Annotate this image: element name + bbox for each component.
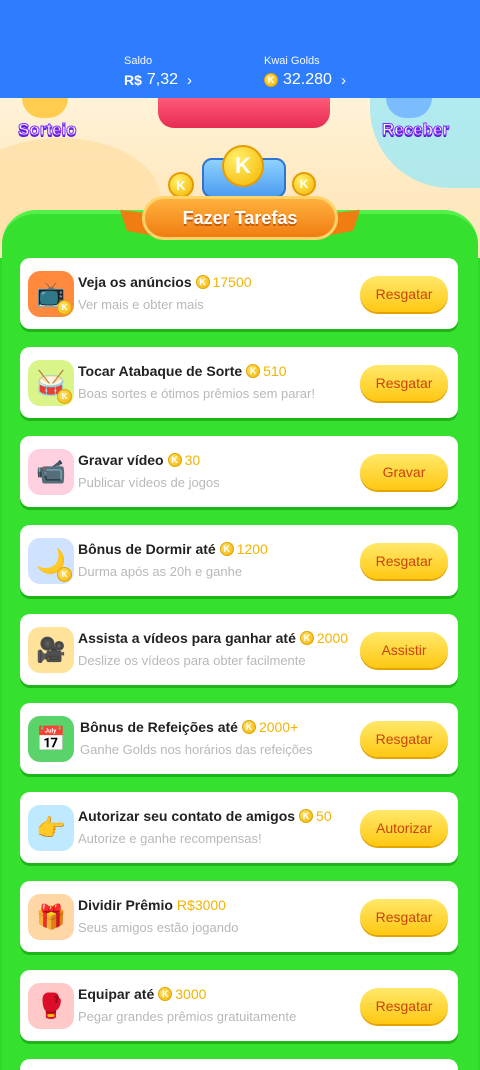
gift-icon: 🎁 [28, 894, 74, 940]
task-card[interactable]: 🥊 Equipar até K 3000 Pegar grandes prêmio… [20, 970, 458, 1041]
k-coin-small-icon: K [168, 172, 194, 198]
task-card[interactable]: 📺 K Veja os anúncios K 17500 Ver mais e ob… [20, 258, 458, 329]
assistir-button[interactable]: Assistir [360, 632, 448, 668]
camera-icon: 📹 [28, 449, 74, 495]
saldo-value: 7,32 [146, 71, 179, 88]
task-title: Autorizar seu contato de amigos [78, 808, 296, 824]
banner-button[interactable] [158, 98, 330, 128]
hand-icon: 👉 [28, 805, 74, 851]
task-reward: 50 [316, 808, 332, 824]
coin-badge-icon: K [57, 567, 72, 582]
task-reward: 2000 [316, 630, 349, 646]
resgatar-button[interactable]: Resgatar [360, 721, 448, 757]
drum-icon: 🥁 K [28, 360, 74, 406]
task-subtitle: Deslize os vídeos para obter facilmente [78, 653, 306, 668]
golds-value: 32.280 [283, 71, 332, 88]
resgatar-button[interactable]: Resgatar [360, 365, 448, 401]
top-bar: Saldo R$ 7,32 › Kwai Golds K 32.280 › [0, 0, 480, 98]
task-subtitle: Autorize e ganhe recompensas! [78, 831, 262, 846]
task-reward: 3000 [175, 986, 207, 1002]
task-subtitle: Durma após as 20h e ganhe [78, 564, 243, 579]
task-card[interactable]: 👉 Autorizar seu contato de amigos K 50 Au… [20, 792, 458, 863]
moon-icon: 🌙 K [28, 538, 74, 584]
task-card[interactable]: 🎁 Dividir Prêmio R$3000 Seus amigos estã… [20, 881, 458, 952]
gold-coin-icon: K [167, 453, 182, 467]
task-subtitle: Pegar grandes prêmios gratuitamente [78, 1009, 297, 1024]
resgatar-button[interactable]: Resgatar [360, 988, 448, 1024]
task-title: Tocar Atabaque de Sorte [78, 363, 243, 379]
resgatar-button[interactable]: Resgatar [360, 899, 448, 935]
fazer-tarefas-ribbon: Fazer Tarefas [142, 196, 338, 240]
gloves-icon: 🥊 [28, 983, 74, 1029]
task-subtitle: Ver mais e obter mais [78, 297, 204, 312]
saldo-stat[interactable]: Saldo R$ 7,32 › [124, 55, 192, 89]
task-subtitle: Seus amigos estão jogando [78, 920, 239, 935]
task-reward: R$3000 [176, 897, 226, 913]
chevron-right-icon: › [187, 71, 193, 89]
gravar-button[interactable]: Gravar [360, 454, 448, 490]
task-title: Veja os anúncios [78, 274, 192, 290]
k-coin-small-icon: K [292, 172, 316, 196]
resgatar-button[interactable]: Resgatar [360, 543, 448, 579]
task-title: Dividir Prêmio [78, 897, 173, 913]
gold-coin-icon: K [195, 275, 210, 289]
task-card[interactable]: 📹 Gravar vídeo K 30 Publicar vídeos de jo… [20, 436, 458, 507]
section-title: Fazer Tarefas [182, 207, 298, 228]
receber-label[interactable]: Receber [381, 120, 449, 140]
gold-coin-icon: K [158, 987, 173, 1001]
task-reward: 1200 [236, 541, 268, 557]
gold-coin-icon: K [219, 542, 234, 556]
gold-coin-icon: K [241, 720, 256, 734]
golds-label: Kwai Golds [264, 55, 320, 67]
gold-coin-icon: K [246, 364, 261, 378]
task-title: Assista a vídeos para ganhar até [78, 630, 296, 646]
gold-coin-icon: K [264, 73, 278, 87]
task-card[interactable]: 🥁 K Tocar Atabaque de Sorte K 510 Boas sor… [20, 347, 458, 418]
task-reward: 30 [184, 452, 201, 468]
task-title: Gravar vídeo [78, 452, 164, 468]
task-card[interactable]: 🎥 Assista a vídeos para ganhar até K 2000… [20, 614, 458, 685]
task-subtitle: Ganhe Golds nos horários das refeições [80, 742, 313, 757]
calendar-icon: 📅 [28, 716, 74, 762]
task-card-partial[interactable] [20, 1059, 458, 1070]
coin-badge-icon: K [57, 389, 72, 404]
k-coin-icon: K [222, 145, 264, 187]
resgatar-button[interactable]: Resgatar [360, 276, 448, 312]
tv-icon: 📺 K [28, 271, 74, 317]
task-title: Bônus de Dormir até [78, 541, 216, 557]
gold-coin-icon: K [299, 809, 314, 823]
coin-badge-icon: K [57, 300, 72, 315]
gold-coin-icon: K [299, 631, 314, 645]
video-camera-icon: 🎥 [28, 627, 74, 673]
task-subtitle: Boas sortes e ótimos prêmios sem parar! [78, 386, 315, 401]
currency-label: R$ [124, 72, 142, 88]
autorizar-button[interactable]: Autorizar [360, 810, 448, 846]
task-reward: 2000+ [258, 719, 299, 735]
sorteio-icon [22, 98, 68, 118]
kwai-golds-stat[interactable]: Kwai Golds K 32.280 › [264, 55, 346, 89]
chevron-right-icon: › [340, 71, 346, 89]
task-card[interactable]: 🌙 K Bônus de Dormir até K 1200 Durma após … [20, 525, 458, 596]
task-title: Equipar até [78, 986, 155, 1002]
sorteio-label[interactable]: Sorteio [18, 120, 78, 140]
task-subtitle: Publicar vídeos de jogos [78, 475, 220, 490]
saldo-label: Saldo [124, 55, 153, 67]
task-title: Bônus de Refeições até [80, 719, 238, 735]
task-reward: 510 [263, 363, 287, 379]
task-reward: 17500 [212, 274, 252, 290]
task-card[interactable]: 📅 Bônus de Refeições até K 2000+ Ganhe Go… [20, 703, 458, 774]
